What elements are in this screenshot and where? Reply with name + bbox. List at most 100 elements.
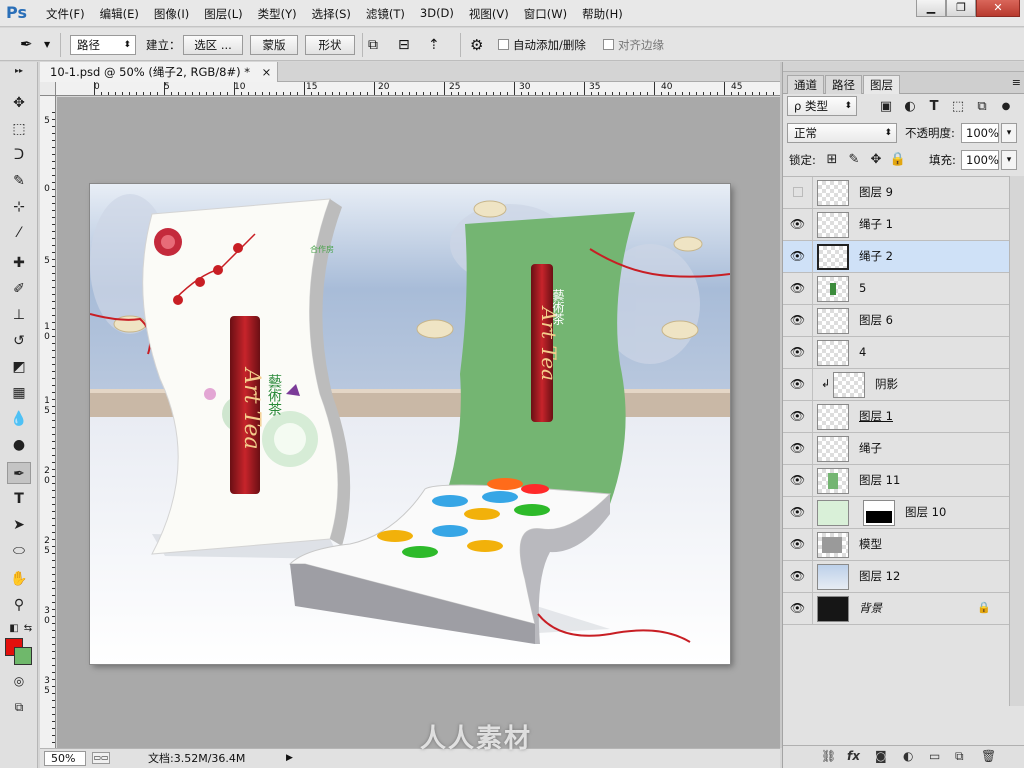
trash-icon[interactable]: 🗑 bbox=[981, 749, 996, 763]
visibility-toggle[interactable] bbox=[783, 177, 813, 208]
ellipse-tool-icon[interactable]: ⬭ bbox=[7, 540, 31, 562]
history-brush-tool-icon[interactable]: ↺ bbox=[7, 330, 31, 352]
menu-view[interactable]: 视图(V) bbox=[469, 6, 509, 22]
opacity-field[interactable]: 100% bbox=[961, 123, 999, 143]
shape-filter-icon[interactable]: ⬚ bbox=[949, 98, 967, 116]
filter-toggle-icon[interactable]: ● bbox=[997, 98, 1015, 116]
eye-icon[interactable]: 👁 bbox=[783, 369, 813, 400]
new-group-icon[interactable]: ▭ bbox=[929, 749, 940, 763]
stamp-tool-icon[interactable]: ⊥ bbox=[7, 304, 31, 326]
brush-tool-icon[interactable]: ✐ bbox=[7, 278, 31, 300]
menu-select[interactable]: 选择(S) bbox=[312, 6, 351, 22]
path-operations-icon[interactable]: ⧉ bbox=[368, 35, 378, 55]
layer-row[interactable]: 👁 5 bbox=[783, 273, 1009, 305]
tab-channels[interactable]: 通道 bbox=[787, 75, 824, 94]
layer-name[interactable]: 绳子 2 bbox=[859, 241, 893, 272]
layers-scrollbar[interactable] bbox=[1009, 176, 1024, 706]
mode-select[interactable]: 路径 bbox=[70, 35, 136, 55]
layer-row[interactable]: 👁 图层 6 bbox=[783, 305, 1009, 337]
layer-name[interactable]: 绳子 bbox=[859, 433, 882, 464]
tool-preset-dropdown-icon[interactable]: ▼ bbox=[44, 35, 50, 55]
panel-menu-icon[interactable]: ≡ bbox=[1012, 76, 1021, 89]
move-tool-icon[interactable]: ✥ bbox=[7, 92, 31, 114]
opacity-slider-button[interactable]: ▾ bbox=[1001, 123, 1017, 143]
dodge-tool-icon[interactable]: ● bbox=[7, 434, 31, 456]
add-mask-icon[interactable]: ◙ bbox=[875, 749, 887, 763]
layer-style-icon[interactable]: fx bbox=[847, 749, 860, 763]
eye-icon[interactable]: 👁 bbox=[783, 497, 813, 528]
zoom-field[interactable]: 50% bbox=[44, 751, 86, 766]
adjustment-layer-icon[interactable]: ◐ bbox=[903, 749, 913, 763]
close-tab-icon[interactable]: × bbox=[262, 65, 272, 79]
eye-icon[interactable]: 👁 bbox=[783, 305, 813, 336]
blend-mode-select[interactable]: 正常 bbox=[787, 123, 897, 143]
eye-icon[interactable]: 👁 bbox=[783, 593, 813, 624]
adjustment-filter-icon[interactable]: ◐ bbox=[901, 98, 919, 116]
layer-name[interactable]: 背景 bbox=[859, 593, 882, 624]
healing-brush-tool-icon[interactable]: ✚ bbox=[7, 252, 31, 274]
layer-name[interactable]: 4 bbox=[859, 337, 866, 368]
eye-icon[interactable]: 👁 bbox=[783, 273, 813, 304]
menu-help[interactable]: 帮助(H) bbox=[582, 6, 623, 22]
minimize-button[interactable]: ▁ bbox=[916, 0, 946, 17]
restore-button[interactable]: ❐ bbox=[946, 0, 976, 17]
fill-field[interactable]: 100% bbox=[961, 150, 999, 170]
checkbox-box[interactable] bbox=[498, 39, 509, 50]
menu-filter[interactable]: 滤镜(T) bbox=[366, 6, 405, 22]
layer-name[interactable]: 图层 6 bbox=[859, 305, 893, 336]
visibility-off-box[interactable] bbox=[792, 187, 803, 197]
menu-file[interactable]: 文件(F) bbox=[46, 6, 85, 22]
checkbox-box[interactable] bbox=[603, 39, 614, 50]
eye-icon[interactable]: 👁 bbox=[783, 401, 813, 432]
tab-layers[interactable]: 图层 bbox=[863, 75, 900, 94]
lasso-tool-icon[interactable]: ᑐ bbox=[7, 144, 31, 166]
layer-row[interactable]: 👁 图层 1 bbox=[783, 401, 1009, 433]
toolbox-collapse-icon[interactable]: ▸▸ bbox=[7, 66, 31, 76]
eye-icon[interactable]: 👁 bbox=[783, 433, 813, 464]
blur-tool-icon[interactable]: 💧 bbox=[7, 408, 31, 430]
layer-name[interactable]: 图层 9 bbox=[859, 177, 893, 208]
eraser-tool-icon[interactable]: ◩ bbox=[7, 356, 31, 378]
screen-mode-icon[interactable]: ⧉ bbox=[7, 696, 31, 718]
zoom-tool-icon[interactable]: ⚲ bbox=[7, 594, 31, 616]
path-alignment-icon[interactable]: ⊟ bbox=[398, 35, 410, 55]
pen-tool-icon[interactable]: ✒ bbox=[20, 35, 33, 55]
lock-all-icon[interactable]: 🔒 bbox=[889, 151, 907, 169]
layer-row[interactable]: 👁 图层 11 bbox=[783, 465, 1009, 497]
mask-button[interactable]: 蒙版 bbox=[250, 35, 298, 55]
eye-icon[interactable]: 👁 bbox=[783, 529, 813, 560]
eye-icon[interactable]: 👁 bbox=[783, 465, 813, 496]
layer-row[interactable]: 👁 模型 bbox=[783, 529, 1009, 561]
gear-icon[interactable]: ⚙ bbox=[470, 35, 483, 55]
path-select-tool-icon[interactable]: ➤ bbox=[7, 514, 31, 536]
shape-button[interactable]: 形状 bbox=[305, 35, 355, 55]
menu-3d[interactable]: 3D(D) bbox=[420, 6, 454, 22]
eyedropper-tool-icon[interactable]: ⁄ bbox=[7, 222, 31, 244]
link-layers-icon[interactable]: ⛓ bbox=[821, 749, 836, 763]
layer-name[interactable]: 5 bbox=[859, 273, 866, 304]
layer-name[interactable]: 阴影 bbox=[875, 369, 898, 400]
layer-name[interactable]: 图层 10 bbox=[905, 497, 946, 528]
pasteboard[interactable]: Art Tea 藝術茶 合作房 Art Tea 藝術茶 bbox=[57, 97, 780, 748]
path-arrangement-icon[interactable]: ⇡ bbox=[428, 35, 440, 55]
fill-slider-button[interactable]: ▾ bbox=[1001, 150, 1017, 170]
lock-transparent-icon[interactable]: ⊞ bbox=[823, 151, 841, 169]
document-tab[interactable]: 10-1.psd @ 50% (绳子2, RGB/8#) * × bbox=[40, 62, 279, 82]
eye-icon[interactable]: 👁 bbox=[783, 241, 813, 272]
layer-name[interactable]: 模型 bbox=[859, 529, 882, 560]
layer-row[interactable]: 👁 ↲ 阴影 bbox=[783, 369, 1009, 401]
menu-image[interactable]: 图像(I) bbox=[154, 6, 189, 22]
auto-add-delete-checkbox[interactable]: 自动添加/删除 bbox=[498, 35, 586, 55]
document-preview-icon[interactable]: ▭▭ bbox=[92, 752, 110, 764]
type-tool-icon[interactable]: T bbox=[7, 488, 31, 510]
close-button[interactable]: ✕ bbox=[976, 0, 1020, 17]
smart-object-filter-icon[interactable]: ⧉ bbox=[973, 98, 991, 116]
marquee-tool-icon[interactable]: ⬚ bbox=[7, 118, 31, 140]
layer-row[interactable]: 👁 背景 🔒 bbox=[783, 593, 1009, 625]
menu-edit[interactable]: 编辑(E) bbox=[100, 6, 139, 22]
layer-row[interactable]: 👁 图层 10 bbox=[783, 497, 1009, 529]
menu-window[interactable]: 窗口(W) bbox=[524, 6, 567, 22]
lock-image-icon[interactable]: ✎ bbox=[845, 151, 863, 169]
menu-type[interactable]: 类型(Y) bbox=[258, 6, 297, 22]
pixel-filter-icon[interactable]: ▣ bbox=[877, 98, 895, 116]
